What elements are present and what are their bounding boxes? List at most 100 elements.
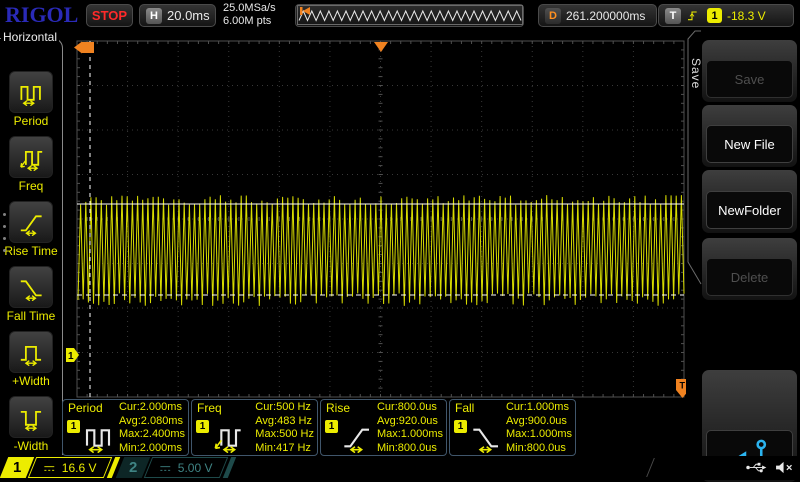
measurement-name: Fall	[455, 401, 474, 415]
trigger-edge-icon	[686, 8, 702, 24]
memory-depth: 6.00M pts	[223, 15, 276, 28]
d-keycap: D	[545, 8, 561, 24]
dc-coupling-icon	[43, 463, 56, 472]
menu-item-label: Period	[0, 114, 62, 128]
save-menu: Save Save New File NewFolder Delete	[686, 30, 800, 455]
trigger-delay-box[interactable]: D 261.200000ms	[538, 4, 657, 27]
measurement-value: Avg:483 Hz	[255, 415, 314, 429]
pos-width-icon	[9, 331, 53, 373]
channel-1-number: 1	[13, 459, 21, 476]
horizontal-measure-menu: Horizontal PeriodFreqRise TimeFall Time+…	[0, 38, 63, 455]
measurement-value: Avg:900.0us	[506, 415, 572, 429]
menu-item-width[interactable]: +Width	[0, 331, 62, 388]
sample-rate: 25.0MSa/s	[223, 2, 276, 15]
newfolder-button[interactable]: NewFolder	[706, 191, 793, 229]
measurement-name: Rise	[326, 401, 350, 415]
run-state-badge: STOP	[86, 4, 133, 27]
scroll-dot	[3, 249, 6, 252]
softkey-slot: NewFolder	[702, 170, 797, 233]
speaker-muted-icon	[775, 460, 794, 475]
horizontal-timebase-box[interactable]: H 20.0ms	[139, 4, 216, 27]
menu-item-freq[interactable]: Freq	[0, 136, 62, 193]
scroll-dot	[3, 237, 6, 240]
fall-time-icon	[469, 421, 503, 453]
menu-item-fall-time[interactable]: Fall Time	[0, 266, 62, 323]
save-button[interactable]: Save	[706, 60, 793, 98]
dc-coupling-icon	[159, 463, 172, 472]
channel-2-tab[interactable]: 2 5.00 V	[120, 457, 232, 478]
memory-waveform-preview[interactable]	[295, 4, 524, 27]
rise-time-icon	[9, 201, 53, 243]
measurement-value: Avg:920.0us	[377, 415, 443, 429]
rigol-logo: RIGOL	[5, 2, 78, 28]
measurement-panel-rise: Rise 1 Cur:800.0usAvg:920.0usMax:1.000msMi…	[320, 399, 447, 456]
measurement-name: Period	[68, 401, 103, 415]
fall-time-icon	[9, 266, 53, 308]
measurement-panel-fall: Fall 1 Cur:1.000msAvg:900.0usMax:1.000msMi…	[449, 399, 576, 456]
source-channel-badge: 1	[196, 420, 209, 433]
period-icon	[82, 421, 116, 453]
measurement-value: Cur:500 Hz	[255, 401, 314, 415]
button-label: Save	[735, 72, 765, 87]
channel-1-scale: 16.6 V	[62, 461, 97, 475]
measurement-panel-freq: Freq 1 Cur:500 HzAvg:483 HzMax:500 HzMin:4…	[191, 399, 318, 456]
svg-text:1: 1	[68, 351, 74, 362]
softkey-slot: Save	[702, 40, 797, 102]
menu-item-rise-time[interactable]: Rise Time	[0, 201, 62, 258]
measurement-panel-period: Period1Cur:2.000msAvg:2.080msMax:2.400ms…	[62, 399, 189, 456]
measurement-value: Min:800.0us	[377, 442, 443, 456]
channel-1-tab[interactable]: 1 16.6 V	[4, 457, 116, 478]
menu-item-label: -Width	[0, 439, 62, 453]
softkey-slot: Delete	[702, 238, 797, 300]
menu-tab-outline	[686, 30, 702, 455]
trigger-info-box[interactable]: T 1 -18.3 V	[658, 4, 794, 27]
button-label: New File	[724, 137, 775, 152]
scope-display: 1T	[65, 30, 686, 398]
h-keycap: H	[146, 8, 162, 24]
trigger-level-value: -18.3 V	[727, 9, 766, 23]
t-keycap: T	[665, 8, 681, 24]
measurement-value: Cur:1.000ms	[506, 401, 572, 415]
scroll-dot	[3, 213, 6, 216]
measurement-value: Min:417 Hz	[255, 442, 314, 456]
delete-button[interactable]: Delete	[706, 258, 793, 296]
measurement-value: Max:500 Hz	[255, 428, 314, 442]
measurement-value: Cur:800.0us	[377, 401, 443, 415]
measurement-value: Cur:2.000ms	[119, 401, 185, 415]
measurement-value: Min:800.0us	[506, 442, 572, 456]
channel-2-scale: 5.00 V	[178, 461, 213, 475]
source-channel-badge: 1	[454, 420, 467, 433]
bottom-status-bar: 1 16.6 V 2 5.00 V	[0, 456, 800, 480]
rise-time-icon	[340, 421, 374, 453]
menu-item-width[interactable]: -Width	[0, 396, 62, 453]
left-menu-title: Horizontal	[1, 30, 59, 44]
neg-width-icon	[9, 396, 53, 438]
top-status-bar: RIGOL STOP H 20.0ms 25.0MSa/s 6.00M pts …	[0, 0, 800, 30]
menu-tab-label: Save	[689, 56, 703, 91]
trigger-source-badge: 1	[707, 8, 722, 23]
acquisition-info: 25.0MSa/s 6.00M pts	[223, 2, 276, 28]
menu-item-label: Fall Time	[0, 309, 62, 323]
measurement-value: Avg:2.080ms	[119, 415, 185, 429]
source-channel-badge: 1	[325, 420, 338, 433]
measurement-name: Freq	[197, 401, 222, 415]
measurement-value: Min:2.000ms	[119, 442, 185, 456]
bottom-bar-divider	[646, 458, 655, 477]
source-channel-badge: 1	[67, 420, 80, 433]
channel-2-number: 2	[129, 459, 137, 476]
menu-item-label: Rise Time	[0, 244, 62, 258]
button-label: NewFolder	[718, 203, 781, 218]
measurement-value: Max:1.000ms	[377, 428, 443, 442]
measurement-value: Max:1.000ms	[506, 428, 572, 442]
period-icon	[9, 71, 53, 113]
menu-item-label: +Width	[0, 374, 62, 388]
freq-icon	[211, 421, 245, 453]
new-file-button[interactable]: New File	[706, 125, 793, 163]
usb-icon	[745, 460, 768, 475]
freq-icon	[9, 136, 53, 178]
softkey-slot: New File	[702, 105, 797, 167]
svg-text:T: T	[680, 381, 686, 391]
memory-waveform-svg	[297, 5, 523, 25]
menu-item-period[interactable]: Period	[0, 71, 62, 128]
waveform-display-area: 1T	[65, 30, 686, 398]
